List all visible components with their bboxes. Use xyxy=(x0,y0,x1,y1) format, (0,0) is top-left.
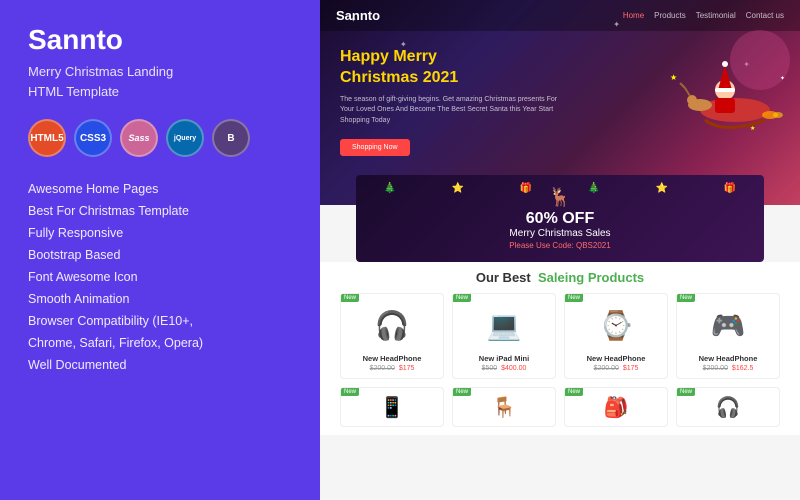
sass-badge: Sass xyxy=(120,119,158,157)
feature-item: Bootstrap Based xyxy=(28,245,292,265)
shopping-now-button[interactable]: Shopping Now xyxy=(340,139,410,156)
product-tag: New xyxy=(453,388,471,396)
right-panel: ✦ ✦ ✦ ✦ ✦ Sannto Home Products Testimoni… xyxy=(320,0,800,500)
hero-title: Happy Merry Christmas 2021 xyxy=(340,47,564,89)
product-price: $200.00 $175 xyxy=(571,365,661,372)
brand-subtitle: Merry Christmas LandingHTML Template xyxy=(28,62,292,101)
bootstrap-badge: B xyxy=(212,119,250,157)
new-price: $175 xyxy=(623,365,639,372)
feature-item: Chrome, Safari, Firefox, Opera) xyxy=(28,333,292,353)
star-decoration: ✦ xyxy=(400,40,407,49)
product-tag: New xyxy=(565,388,583,396)
product-tag: New xyxy=(341,294,359,302)
svg-text:✦: ✦ xyxy=(780,75,785,82)
nav-logo: Sannto xyxy=(336,8,380,23)
sale-banner-wrapper: 🎄⭐🎁🎄⭐🎁 🦌 60% OFF Merry Christmas Sales P… xyxy=(320,205,800,262)
product-card-small: New 🎧 xyxy=(676,387,780,427)
feature-item: Awesome Home Pages xyxy=(28,179,292,199)
product-card: New 🎧 New HeadPhone $200.00 $175 xyxy=(340,293,444,379)
tech-badges: HTML5 CSS3 Sass jQuery B xyxy=(28,119,292,157)
product-image: 💻 xyxy=(459,300,549,350)
products-row2: New 📱 New 🪑 New 🎒 New 🎧 xyxy=(340,387,780,427)
star-decoration: ✦ xyxy=(613,20,620,29)
product-name: New iPad Mini xyxy=(459,354,549,363)
hero-illustration: ★ ★ ✦ xyxy=(650,20,790,160)
feature-item: Font Awesome Icon xyxy=(28,267,292,287)
product-name: New HeadPhone xyxy=(683,354,773,363)
left-panel: Sannto Merry Christmas LandingHTML Templ… xyxy=(0,0,320,500)
svg-text:★: ★ xyxy=(670,73,677,82)
nav-contact[interactable]: Contact us xyxy=(746,11,784,20)
product-image: 🎧 xyxy=(347,300,437,350)
old-price: $200.00 xyxy=(370,365,395,372)
nav-home[interactable]: Home xyxy=(623,11,644,20)
products-title: Our Best Saleing Products xyxy=(340,270,780,285)
product-card: New 🎮 New HeadPhone $200.00 $162.5 xyxy=(676,293,780,379)
old-price: $200.00 xyxy=(594,365,619,372)
sale-subtitle: Merry Christmas Sales xyxy=(372,228,748,239)
product-price: $200.00 $162.5 xyxy=(683,365,773,372)
product-card: New ⌚ New HeadPhone $200.00 $175 xyxy=(564,293,668,379)
css3-badge: CSS3 xyxy=(74,119,112,157)
feature-item: Browser Compatibility (IE10+, xyxy=(28,311,292,331)
product-price: $200.00 $175 xyxy=(347,365,437,372)
feature-item: Fully Responsive xyxy=(28,223,292,243)
new-price: $175 xyxy=(399,365,415,372)
old-price: $500 xyxy=(482,365,498,372)
new-price: $400.00 xyxy=(501,365,526,372)
product-tag: New xyxy=(453,294,471,302)
product-tag: New xyxy=(565,294,583,302)
hero-title-line1: Happy Merry xyxy=(340,48,437,65)
product-name: New HeadPhone xyxy=(347,354,437,363)
product-price: $500 $400.00 xyxy=(459,365,549,372)
hero-description: The season of gift-giving begins. Get am… xyxy=(340,95,564,127)
product-image: 🎮 xyxy=(683,300,773,350)
feature-item: Best For Christmas Template xyxy=(28,201,292,221)
nav-testimonial[interactable]: Testimonial xyxy=(696,11,736,20)
product-name: New HeadPhone xyxy=(571,354,661,363)
old-price: $200.00 xyxy=(703,365,728,372)
product-card-small: New 📱 xyxy=(340,387,444,427)
product-tag: New xyxy=(677,294,695,302)
html5-badge: HTML5 xyxy=(28,119,66,157)
products-title-green: Saleing Products xyxy=(538,270,644,285)
nav-links: Home Products Testimonial Contact us xyxy=(623,11,784,20)
product-tag: New xyxy=(341,388,359,396)
hero-title-line2: Christmas 2021 xyxy=(340,69,458,86)
product-card-small: New 🪑 xyxy=(452,387,556,427)
feature-item: Smooth Animation xyxy=(28,289,292,309)
new-price: $162.5 xyxy=(732,365,753,372)
star-decoration: ✦ xyxy=(350,15,357,24)
feature-item: Well Documented xyxy=(28,355,292,375)
svg-text:★: ★ xyxy=(750,125,755,132)
products-section: Our Best Saleing Products New 🎧 New Head… xyxy=(320,262,800,435)
product-card-small: New 🎒 xyxy=(564,387,668,427)
banner-decorations: 🎄⭐🎁🎄⭐🎁 xyxy=(356,183,764,194)
hero-content: Happy Merry Christmas 2021 The season of… xyxy=(320,31,584,172)
products-title-black: Our Best xyxy=(476,270,531,285)
sale-banner: 🎄⭐🎁🎄⭐🎁 🦌 60% OFF Merry Christmas Sales P… xyxy=(356,175,764,262)
nav-products[interactable]: Products xyxy=(654,11,686,20)
product-tag: New xyxy=(677,388,695,396)
jquery-badge: jQuery xyxy=(166,119,204,157)
sale-code: Please Use Code: QBS2021 xyxy=(372,241,748,250)
product-card: New 💻 New iPad Mini $500 $400.00 xyxy=(452,293,556,379)
products-grid: New 🎧 New HeadPhone $200.00 $175 New 💻 N… xyxy=(340,293,780,379)
product-image: ⌚ xyxy=(571,300,661,350)
brand-title: Sannto xyxy=(28,24,292,56)
features-list: Awesome Home Pages Best For Christmas Te… xyxy=(28,179,292,375)
sale-title: 60% OFF xyxy=(372,210,748,228)
